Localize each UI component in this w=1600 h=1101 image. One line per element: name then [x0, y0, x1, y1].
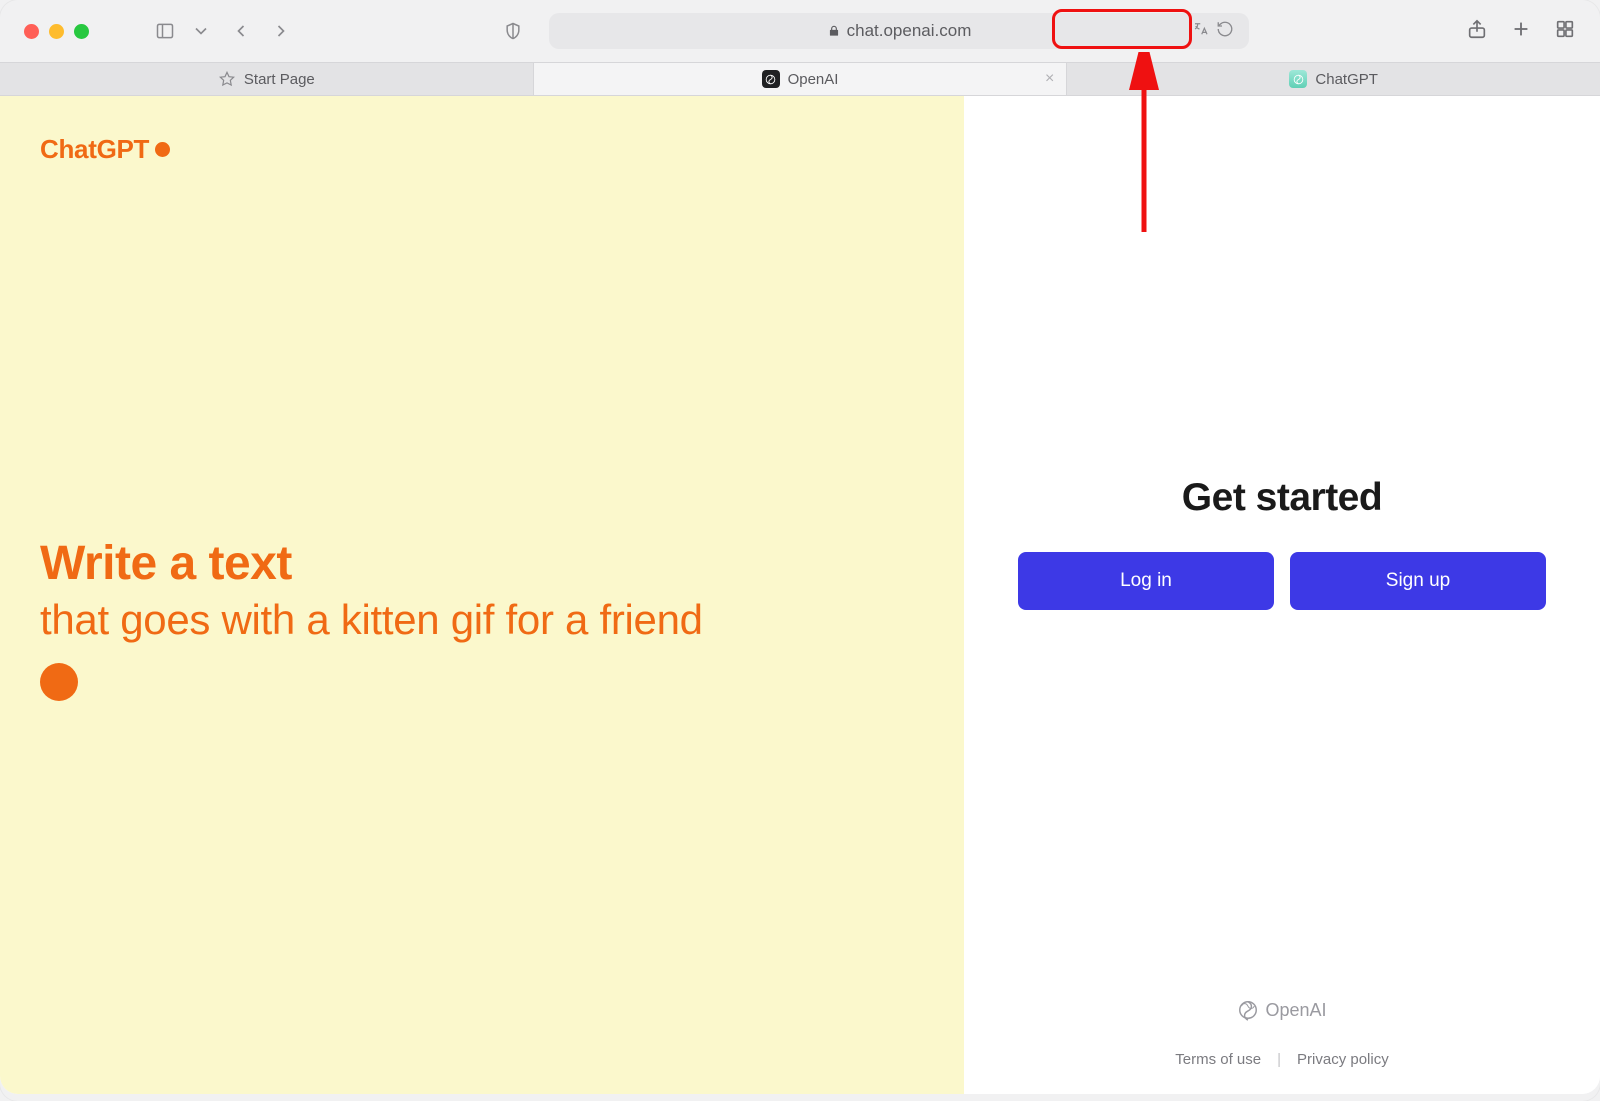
- prompt-subtext: that goes with a kitten gif for a friend: [40, 595, 703, 645]
- tab-start-page[interactable]: Start Page: [0, 63, 534, 95]
- logo-dot-icon: [155, 142, 170, 157]
- prompt-heading: Write a text: [40, 536, 703, 591]
- login-button[interactable]: Log in: [1018, 552, 1274, 610]
- url-text: chat.openai.com: [847, 21, 972, 41]
- address-bar[interactable]: chat.openai.com: [549, 13, 1249, 49]
- window-minimize-button[interactable]: [49, 24, 64, 39]
- tab-label: OpenAI: [788, 71, 839, 88]
- tab-label: Start Page: [244, 71, 315, 88]
- right-panel: Get started Log in Sign up OpenAI Terms …: [964, 96, 1600, 1094]
- get-started-heading: Get started: [964, 476, 1600, 520]
- logo-text: ChatGPT: [40, 134, 149, 165]
- new-tab-button[interactable]: [1510, 18, 1532, 45]
- tab-bar: Start Page OpenAI × ChatGPT: [0, 62, 1600, 96]
- signup-button[interactable]: Sign up: [1290, 552, 1546, 610]
- reload-icon[interactable]: [1216, 20, 1234, 43]
- animated-prompt: Write a text that goes with a kitten gif…: [40, 536, 703, 701]
- window-maximize-button[interactable]: [74, 24, 89, 39]
- privacy-link[interactable]: Privacy policy: [1297, 1051, 1389, 1068]
- tab-openai[interactable]: OpenAI ×: [534, 63, 1068, 95]
- auth-section: Get started Log in Sign up: [964, 476, 1600, 610]
- chatgpt-logo: ChatGPT: [40, 134, 924, 165]
- translate-icon[interactable]: [1192, 20, 1210, 43]
- forward-button[interactable]: [267, 17, 295, 45]
- auth-buttons: Log in Sign up: [964, 552, 1600, 610]
- window-controls: [24, 24, 89, 39]
- terms-link[interactable]: Terms of use: [1175, 1051, 1261, 1068]
- tab-label: ChatGPT: [1315, 71, 1378, 88]
- left-panel: ChatGPT Write a text that goes with a ki…: [0, 96, 964, 1094]
- page-content: ChatGPT Write a text that goes with a ki…: [0, 96, 1600, 1094]
- footer-links: Terms of use | Privacy policy: [964, 1051, 1600, 1068]
- back-button[interactable]: [227, 17, 255, 45]
- right-toolbar: [1466, 18, 1576, 45]
- window-close-button[interactable]: [24, 24, 39, 39]
- close-tab-button[interactable]: ×: [1045, 70, 1054, 88]
- footer-brand: OpenAI: [964, 999, 1600, 1021]
- address-bar-actions: [1187, 17, 1239, 46]
- footer-brand-text: OpenAI: [1265, 1000, 1326, 1021]
- openai-logo-icon: [1237, 999, 1259, 1021]
- typing-cursor-icon: [40, 663, 78, 701]
- tab-chatgpt[interactable]: ChatGPT: [1067, 63, 1600, 95]
- star-icon: [218, 70, 236, 88]
- tab-groups-dropdown[interactable]: [187, 17, 215, 45]
- openai-icon: [762, 70, 780, 88]
- browser-toolbar: chat.openai.com: [0, 0, 1600, 62]
- chatgpt-icon: [1289, 70, 1307, 88]
- tab-overview-button[interactable]: [1554, 18, 1576, 45]
- lock-icon: [827, 24, 841, 38]
- footer: OpenAI Terms of use | Privacy policy: [964, 999, 1600, 1068]
- separator: |: [1277, 1051, 1281, 1068]
- privacy-shield-button[interactable]: [499, 17, 527, 45]
- share-button[interactable]: [1466, 18, 1488, 45]
- sidebar-toggle-button[interactable]: [151, 17, 179, 45]
